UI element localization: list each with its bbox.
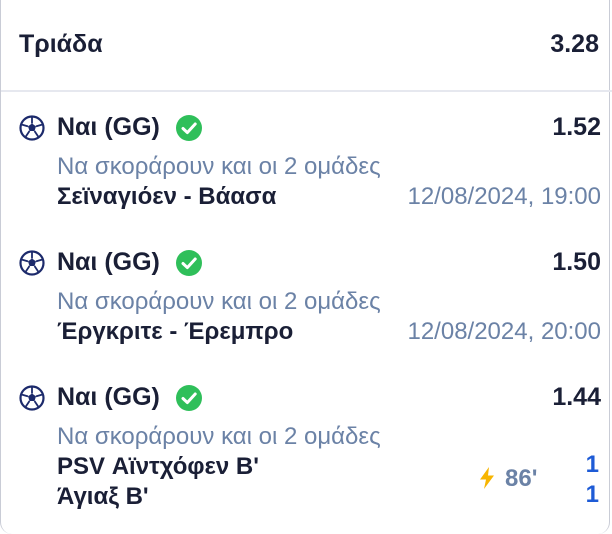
away-score: 1 — [585, 481, 599, 508]
bet-type-title: Τριάδα — [19, 30, 103, 58]
soccer-ball-icon — [19, 385, 45, 411]
home-score: 1 — [585, 451, 599, 478]
check-circle-icon — [176, 385, 202, 411]
soccer-ball-icon — [19, 115, 45, 141]
selection-odds: 1.50 — [552, 248, 601, 276]
soccer-ball-icon — [19, 250, 45, 276]
lightning-icon — [480, 467, 494, 489]
market-label: Να σκοράρουν και οι 2 ομάδες — [57, 153, 381, 180]
match-name: Έργκριτε - Έρεμπρο — [57, 318, 294, 345]
match-name: Σεϊναγιόεν - Βάασα — [57, 183, 277, 210]
market-label: Να σκοράρουν και οι 2 ομάδες — [57, 288, 381, 315]
bet-slip-card: Τριάδα 3.28 Ναι (GG) 1.52 Να σκοράρουν κ… — [0, 0, 612, 534]
selection-item[interactable]: Ναι (GG) 1.44 Να σκοράρουν και οι 2 ομάδ… — [1, 381, 612, 511]
check-circle-icon — [176, 115, 202, 141]
match-datetime: 12/08/2024, 20:00 — [407, 318, 601, 345]
pick-label: Ναι (GG) — [57, 383, 160, 411]
selection-odds: 1.44 — [552, 383, 601, 411]
market-label: Να σκοράρουν και οι 2 ομάδες — [57, 423, 381, 450]
away-team-name: Άγιαξ Β' — [57, 483, 149, 510]
selection-item[interactable]: Ναι (GG) 1.52 Να σκοράρουν και οι 2 ομάδ… — [1, 111, 612, 241]
live-score: 86' 1 1 — [479, 451, 599, 513]
home-team-name: PSV Αϊντχόφεν Β' — [57, 453, 259, 480]
check-circle-icon — [176, 250, 202, 276]
bet-slip-header: Τριάδα 3.28 — [1, 0, 612, 92]
pick-label: Ναι (GG) — [57, 113, 160, 141]
total-odds: 3.28 — [550, 30, 599, 58]
selection-odds: 1.52 — [552, 113, 601, 141]
pick-label: Ναι (GG) — [57, 248, 160, 276]
selection-item[interactable]: Ναι (GG) 1.50 Να σκοράρουν και οι 2 ομάδ… — [1, 246, 612, 376]
match-datetime: 12/08/2024, 19:00 — [407, 183, 601, 210]
match-minute: 86' — [505, 465, 538, 492]
